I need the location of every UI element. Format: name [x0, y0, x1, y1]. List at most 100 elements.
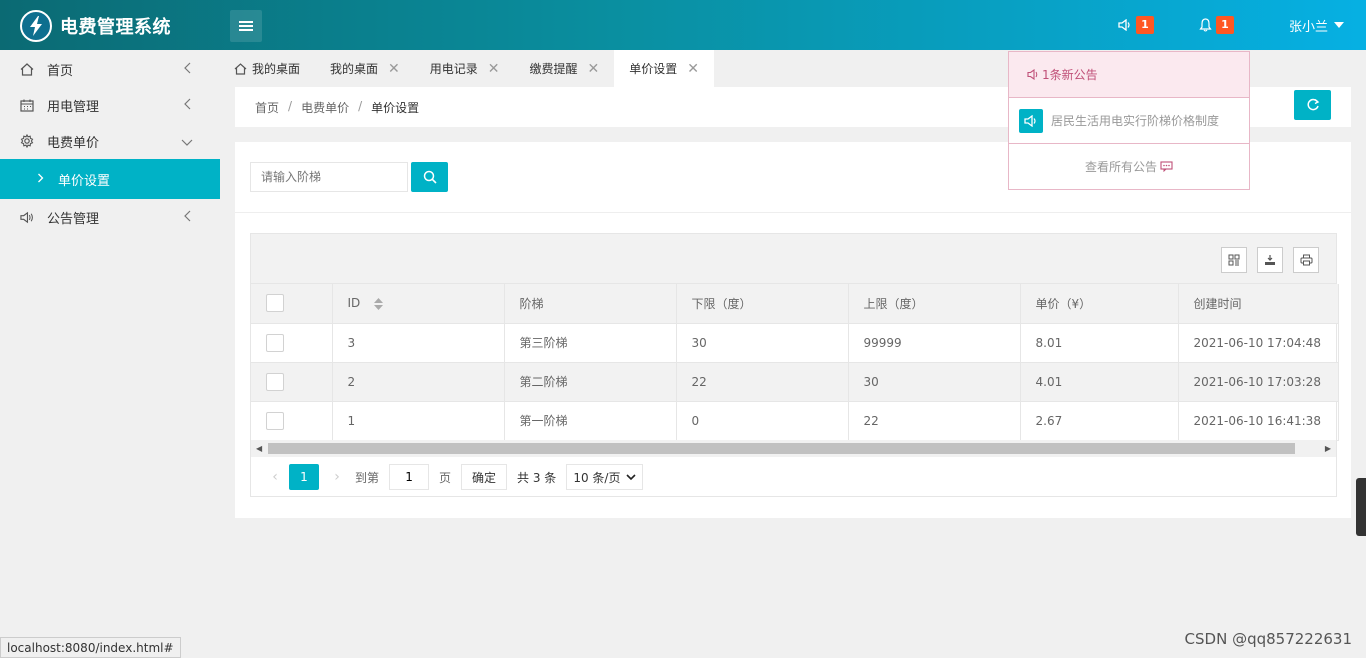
row-checkbox[interactable] [266, 372, 284, 391]
sidebar-item-home[interactable]: 首页 [0, 51, 220, 87]
cell-upper: 22 [848, 401, 1021, 441]
print-button[interactable] [1293, 247, 1319, 273]
search-icon [423, 170, 437, 184]
table-toolbar [251, 234, 1336, 284]
sidebar-item-notice-mgmt[interactable]: 公告管理 [0, 199, 220, 235]
chevron-right-icon [37, 172, 44, 187]
search-button[interactable] [411, 162, 448, 192]
sidebar-subitem-price-settings[interactable]: 单价设置 [0, 159, 220, 199]
tab-my-desktop-home[interactable]: 我的桌面 [220, 50, 315, 87]
menu-toggle-button[interactable] [230, 10, 262, 42]
cell-tier: 第三阶梯 [504, 323, 677, 363]
top-header: 电费管理系统 1 1 张小兰 [0, 0, 1366, 50]
home-icon [20, 62, 34, 76]
notice-item[interactable]: 居民生活用电实行阶梯价格制度 [1009, 98, 1249, 144]
data-table: ID 阶梯 下限（度） 上限（度） 单价（¥） 创建时间 3 第三阶梯 30 9… [250, 233, 1339, 497]
tab-label: 我的桌面 [330, 62, 379, 76]
sidebar-item-label: 用电管理 [47, 99, 100, 115]
chevron-left-icon [184, 98, 192, 114]
app-logo[interactable]: 电费管理系统 [20, 10, 171, 42]
gear-icon [20, 134, 34, 148]
home-icon [234, 62, 247, 75]
breadcrumb-separator: / [288, 99, 293, 113]
cell-price: 4.01 [1020, 362, 1179, 402]
sort-icon[interactable] [374, 297, 384, 310]
cell-lower: 30 [676, 323, 849, 363]
select-all-checkbox[interactable] [266, 294, 284, 313]
horizontal-scrollbar[interactable]: ◀ ▶ [251, 440, 1336, 457]
csdn-watermark: CSDN @qq857222631 [1184, 630, 1352, 648]
row-select-cell [251, 401, 333, 441]
breadcrumb-separator: / [358, 99, 363, 113]
cell-upper: 30 [848, 362, 1021, 402]
close-icon[interactable]: ✕ [588, 61, 600, 77]
sidebar: 首页 用电管理 电费单价 单价设置 公告管理 [0, 50, 220, 658]
user-menu[interactable]: 张小兰 [1289, 14, 1345, 36]
notice-button[interactable]: 1 [1118, 14, 1154, 36]
close-icon[interactable]: ✕ [388, 61, 400, 77]
refresh-button[interactable] [1294, 90, 1331, 120]
chevron-down-icon [1334, 22, 1345, 28]
table-row[interactable]: 3 第三阶梯 30 99999 8.01 2021-06-10 17:04:48 [251, 323, 1339, 363]
column-header-lower: 下限（度） [676, 284, 849, 324]
user-name: 张小兰 [1289, 19, 1329, 35]
speaker-icon [1027, 69, 1038, 80]
scrollbar-thumb[interactable] [268, 443, 1295, 454]
breadcrumb-home[interactable]: 首页 [255, 99, 279, 116]
chevron-left-icon [184, 62, 192, 78]
scroll-right-icon[interactable]: ▶ [1325, 444, 1331, 453]
cell-price: 8.01 [1020, 323, 1179, 363]
close-icon[interactable]: ✕ [488, 61, 500, 77]
tab-label: 单价设置 [629, 62, 678, 76]
column-filter-button[interactable] [1221, 247, 1247, 273]
breadcrumb-unit-price[interactable]: 电费单价 [301, 99, 349, 116]
tab-my-desktop[interactable]: 我的桌面 ✕ [315, 50, 415, 87]
view-all-notices-link[interactable]: 查看所有公告 [1009, 144, 1249, 189]
sidebar-item-unit-price[interactable]: 电费单价 [0, 123, 220, 159]
chevron-down-icon [181, 136, 193, 151]
page-size-select[interactable]: 10 条/页 [566, 464, 644, 490]
cell-created: 2021-06-10 16:41:38 [1178, 401, 1339, 441]
tab-label: 我的桌面 [252, 62, 301, 76]
cell-created: 2021-06-10 17:04:48 [1178, 323, 1339, 363]
column-header-upper: 上限（度） [848, 284, 1021, 324]
notice-item-title: 居民生活用电实行阶梯价格制度 [1051, 114, 1220, 128]
select-all-cell [251, 284, 333, 324]
sidebar-item-label: 首页 [47, 63, 74, 79]
speaker-icon [1019, 108, 1043, 133]
column-header-created: 创建时间 [1178, 284, 1339, 324]
goto-page-input[interactable] [389, 464, 430, 490]
page-number-current[interactable]: 1 [289, 464, 319, 490]
table-grid: ID 阶梯 下限（度） 上限（度） 单价（¥） 创建时间 3 第三阶梯 30 9… [251, 284, 1339, 441]
cell-lower: 22 [676, 362, 849, 402]
export-icon [1265, 255, 1275, 265]
prev-page-icon[interactable]: ‹ [261, 469, 289, 485]
goto-confirm-button[interactable]: 确定 [461, 464, 508, 490]
tab-payment-reminder[interactable]: 缴费提醒 ✕ [515, 50, 615, 87]
scroll-left-icon[interactable]: ◀ [256, 444, 262, 453]
chevron-left-icon [184, 210, 192, 226]
floating-side-widget[interactable] [1356, 478, 1366, 536]
row-checkbox[interactable] [266, 411, 284, 430]
page-unit-label: 页 [439, 470, 452, 485]
table-row[interactable]: 2 第二阶梯 22 30 4.01 2021-06-10 17:03:28 [251, 362, 1339, 402]
bell-button[interactable]: 1 [1199, 14, 1234, 36]
speaker-icon [20, 210, 34, 224]
export-button[interactable] [1257, 247, 1283, 273]
tab-label: 缴费提醒 [529, 62, 578, 76]
notice-badge: 1 [1136, 16, 1154, 34]
column-header-id[interactable]: ID [332, 284, 505, 324]
table-row[interactable]: 1 第一阶梯 0 22 2.67 2021-06-10 16:41:38 [251, 401, 1339, 441]
hamburger-icon [239, 21, 253, 31]
total-count: 共 3 条 [517, 470, 557, 485]
tab-price-settings[interactable]: 单价设置 ✕ [614, 50, 715, 87]
sidebar-item-power-usage[interactable]: 用电管理 [0, 87, 220, 123]
close-icon[interactable]: ✕ [687, 61, 699, 77]
content-card: ID 阶梯 下限（度） 上限（度） 单价（¥） 创建时间 3 第三阶梯 30 9… [235, 142, 1351, 518]
search-input[interactable] [250, 162, 408, 192]
chat-icon [1160, 161, 1173, 172]
next-page-icon[interactable]: › [323, 469, 351, 485]
tab-power-records[interactable]: 用电记录 ✕ [415, 50, 515, 87]
row-checkbox[interactable] [266, 333, 284, 352]
table-header-row: ID 阶梯 下限（度） 上限（度） 单价（¥） 创建时间 [251, 284, 1339, 324]
